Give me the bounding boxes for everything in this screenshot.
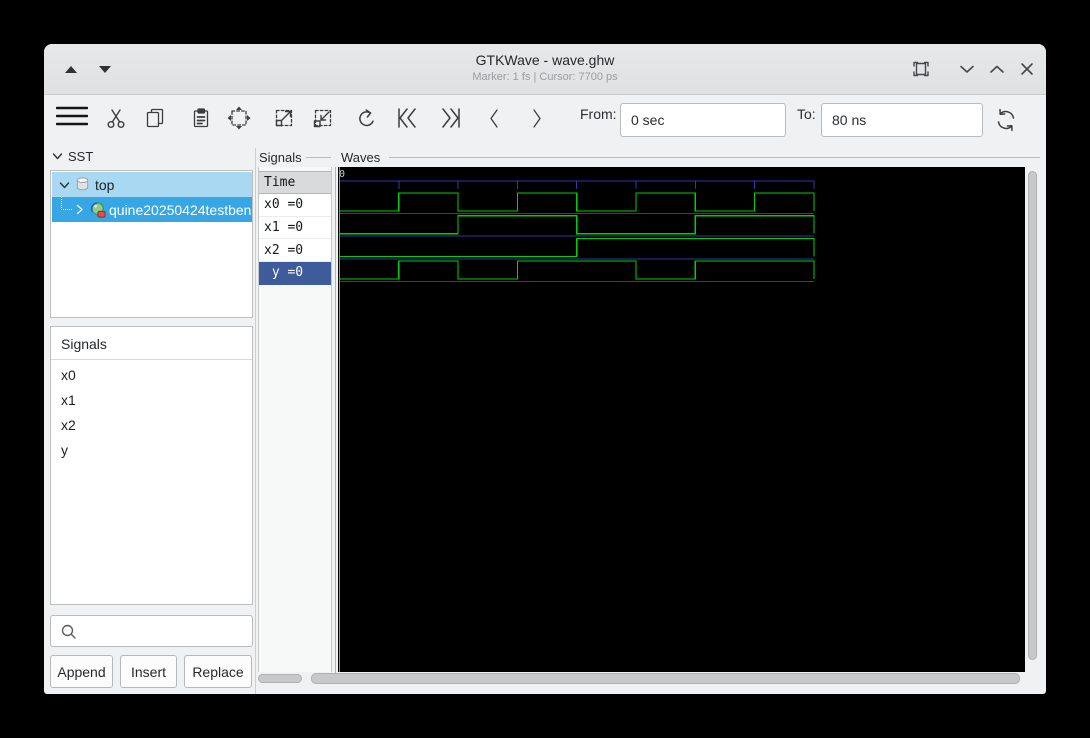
fullscreen-button[interactable] (908, 56, 934, 82)
undo-arrow-icon (359, 109, 374, 127)
expander-chevron-icon (52, 153, 63, 160)
hamburger-menu-icon (56, 106, 88, 126)
chevron-up-icon (990, 65, 1004, 73)
tree-item-top-label: top (95, 176, 115, 193)
zoom-out-button[interactable] (310, 105, 336, 131)
chevron-right-icon (533, 109, 541, 128)
minimize-button[interactable] (954, 56, 980, 82)
signals-browser-panel: Signals x0 x1 x2 y (50, 326, 253, 605)
tree-item-quine[interactable]: quine20250424testbench (52, 197, 252, 222)
wave-canvas[interactable]: 0 (338, 167, 1025, 672)
waves-horizontal-scrollbar[interactable] (311, 673, 1020, 684)
replace-button[interactable]: Replace (184, 655, 252, 688)
window-status: Marker: 1 fs | Cursor: 7700 ps (472, 71, 618, 83)
signal-row-x2[interactable]: x2 =0 (259, 239, 331, 263)
append-button[interactable]: Append (50, 655, 113, 688)
zoom-fit-icon (227, 106, 251, 130)
browser-item-x0[interactable]: x0 (61, 367, 76, 383)
reload-button[interactable] (992, 106, 1020, 134)
sst-expander[interactable]: SST (52, 149, 93, 164)
to-label: To: (797, 106, 816, 122)
signal-list-frame-line (306, 157, 331, 158)
insert-button[interactable]: Insert (120, 655, 177, 688)
menu-button[interactable] (56, 104, 88, 128)
signal-list-frame-label: Signals (259, 150, 302, 165)
sst-header-label: SST (68, 149, 94, 164)
database-icon (76, 177, 89, 191)
skip-to-end-icon (442, 108, 460, 128)
signal-name-list: Time x0 =0 x1 =0 x2 =0 y =0 (259, 171, 331, 285)
reload-icon (997, 108, 1015, 132)
chevron-left-icon (490, 109, 498, 128)
copy-button[interactable] (143, 106, 167, 130)
window-title: GTKWave - wave.ghw (475, 52, 615, 68)
chevron-down-icon (960, 65, 974, 73)
signal-name-panel: Time x0 =0 x1 =0 x2 =0 y =0 (258, 167, 332, 672)
marker-cursor-line[interactable] (338, 167, 340, 672)
names-horizontal-scrollbar[interactable] (258, 674, 302, 683)
waves-frame-line (389, 157, 1040, 158)
clipboard-paste-icon (193, 108, 209, 128)
copy-icon (146, 108, 164, 128)
browser-item-y[interactable]: y (61, 442, 68, 458)
signal-row-x1[interactable]: x1 =0 (259, 216, 331, 240)
tree-expander-down-icon (59, 182, 70, 189)
zoom-fit-button[interactable] (226, 105, 252, 131)
search-icon (61, 624, 76, 639)
signal-row-y[interactable]: y =0 (259, 262, 331, 285)
pane-splitter-right[interactable] (335, 167, 336, 684)
zoom-in-button[interactable] (271, 105, 297, 131)
desktop-background: GTKWave - wave.ghw Marker: 1 fs | Cursor… (0, 0, 1090, 738)
module-icon (90, 202, 106, 218)
titlebar: GTKWave - wave.ghw Marker: 1 fs | Cursor… (44, 44, 1046, 95)
to-input[interactable] (821, 103, 983, 137)
wave-svg (339, 180, 815, 283)
close-button[interactable] (1014, 56, 1040, 82)
paste-button[interactable] (189, 106, 213, 130)
previous-edge-button[interactable] (482, 105, 506, 132)
browser-item-x2[interactable]: x2 (61, 417, 76, 433)
signal-row-x0[interactable]: x0 =0 (259, 194, 331, 217)
signal-search-box[interactable] (50, 615, 253, 647)
zoom-in-icon (275, 109, 293, 127)
go-to-start-button[interactable] (392, 104, 422, 132)
skip-to-start-icon (398, 108, 416, 128)
undo-button[interactable] (353, 106, 379, 132)
fullscreen-icon (913, 61, 929, 77)
cut-button[interactable] (104, 106, 128, 130)
waves-frame-label: Waves (341, 150, 381, 165)
tree-item-quine-label: quine20250424testbench (109, 201, 252, 218)
header-divider (51, 359, 252, 360)
pane-splitter-left[interactable] (255, 148, 256, 694)
maximize-button[interactable] (984, 56, 1010, 82)
tree-item-top[interactable]: top (52, 172, 252, 197)
time-header[interactable]: Time (259, 171, 331, 194)
sst-tree-panel: top quine20250424testbench (50, 170, 253, 318)
close-icon (1021, 63, 1033, 75)
browser-item-x1[interactable]: x1 (61, 392, 76, 408)
search-input[interactable] (81, 617, 253, 647)
tree-guide-lines (61, 197, 72, 210)
scissors-icon (107, 109, 125, 128)
waves-vertical-scrollbar[interactable] (1028, 171, 1037, 660)
gtkwave-window: GTKWave - wave.ghw Marker: 1 fs | Cursor… (44, 44, 1046, 694)
signals-browser-header: Signals (61, 336, 107, 352)
tree-expander-right-icon (76, 204, 83, 215)
next-edge-button[interactable] (525, 105, 549, 132)
from-input[interactable] (620, 103, 786, 137)
from-label: From: (580, 106, 617, 122)
zoom-out-icon (313, 109, 332, 128)
go-to-end-button[interactable] (436, 104, 466, 132)
